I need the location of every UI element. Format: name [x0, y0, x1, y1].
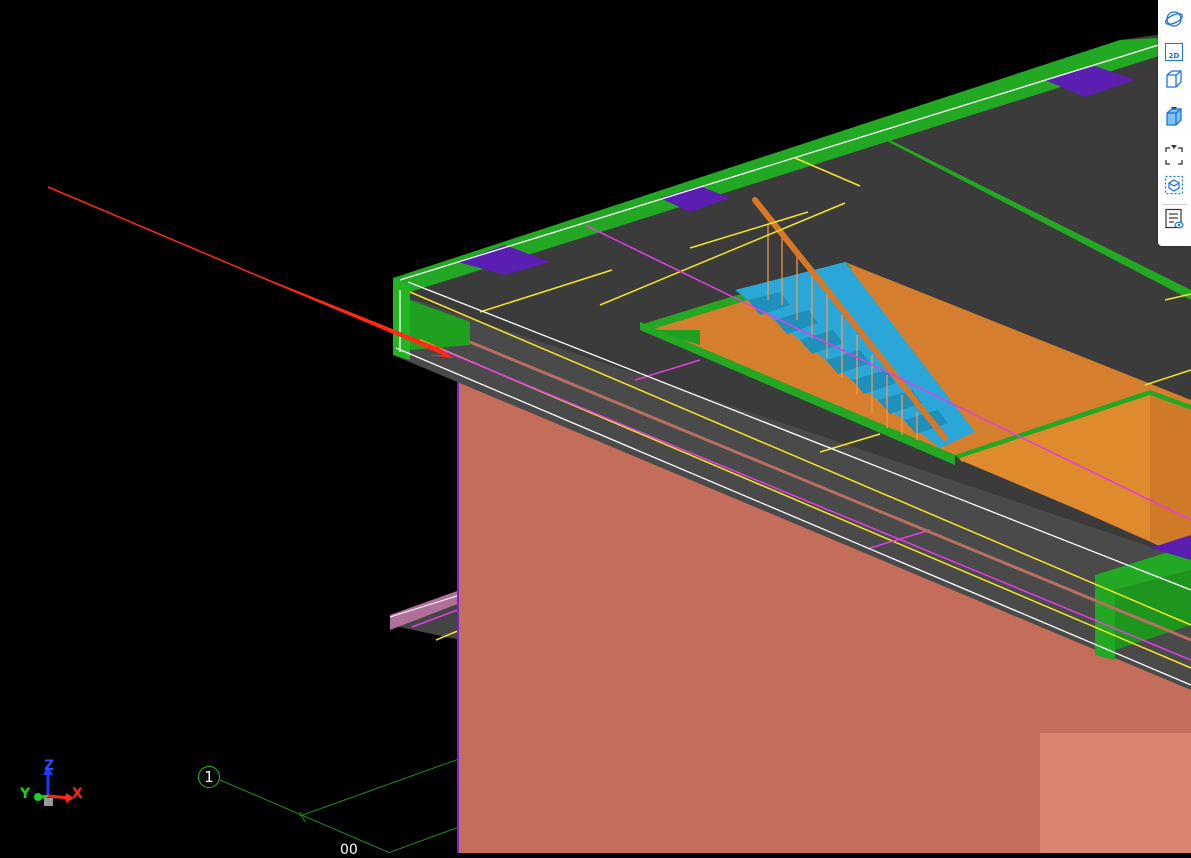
- 3d-box-view-button[interactable]: [1163, 70, 1185, 92]
- 3d-box-view-dropdown[interactable]: [1170, 97, 1178, 111]
- axis-label-z: Z: [44, 758, 55, 774]
- axis-label-x: X: [72, 786, 83, 802]
- beam-left-end: [393, 278, 410, 360]
- box-shaded-icon: [1164, 107, 1184, 131]
- dashed-cube-icon: [1164, 175, 1184, 199]
- box-outline-icon: [1164, 69, 1184, 93]
- 3d-viewport[interactable]: [0, 0, 1191, 853]
- toolbar-separator: [1162, 204, 1187, 205]
- axis-label-y: Y: [20, 786, 31, 802]
- zoom-extents-button[interactable]: [1163, 147, 1185, 169]
- 2d-view-button[interactable]: 2D: [1163, 41, 1185, 63]
- orbit-view-button[interactable]: [1163, 10, 1185, 32]
- grid-axis-label: 1: [198, 766, 220, 788]
- lower-slab: [389, 590, 461, 641]
- list-eye-icon: [1164, 208, 1184, 234]
- 3d-shaded-view-dropdown[interactable]: [1170, 135, 1178, 149]
- view-list-button[interactable]: [1163, 208, 1185, 234]
- wall-opening: [1040, 733, 1191, 853]
- sphere-orbit-icon: [1164, 9, 1184, 33]
- dashed-frame-icon: [1164, 146, 1184, 170]
- dynamic-observe-button[interactable]: [1163, 175, 1185, 199]
- view-toolbar: 2D: [1158, 0, 1191, 246]
- grid-dimension-text: 00: [340, 842, 358, 858]
- 2d-view-icon: 2D: [1165, 43, 1183, 61]
- 3d-shaded-view-button[interactable]: [1163, 108, 1185, 130]
- axis-grid-lines: [219, 754, 471, 853]
- axis-gizmo: Z Y X: [18, 758, 88, 812]
- pointer-arrow: [47, 186, 453, 358]
